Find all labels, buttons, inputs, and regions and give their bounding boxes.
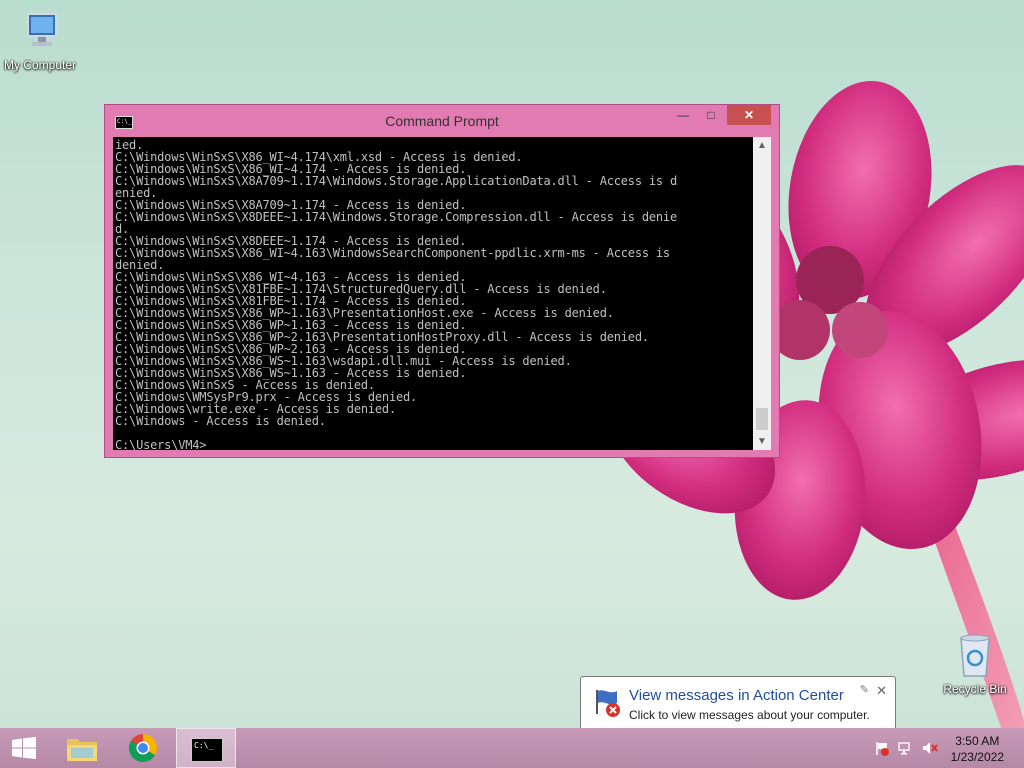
folder-icon — [67, 739, 97, 761]
windows-logo-icon — [12, 737, 36, 759]
scrollbar-thumb[interactable] — [756, 408, 768, 430]
file-explorer-taskbar-button[interactable] — [52, 728, 112, 768]
my-computer-label: My Computer — [3, 58, 77, 72]
pin-icon[interactable]: ✎ — [860, 683, 869, 696]
window-titlebar[interactable]: C:\_ Command Prompt — □ ✕ — [105, 105, 779, 137]
console-text: ied. C:\Windows\WinSxS\X86_WI~4.174\xml.… — [115, 138, 677, 450]
my-computer-desktop-icon[interactable]: My Computer — [0, 10, 80, 72]
console-output-area[interactable]: ied. C:\Windows\WinSxS\X86_WI~4.174\xml.… — [113, 137, 753, 450]
scroll-down-arrow-icon[interactable]: ▼ — [753, 433, 771, 450]
chrome-taskbar-button[interactable] — [114, 728, 174, 768]
notification-close-button[interactable]: ✕ — [876, 683, 887, 699]
volume-muted-icon[interactable] — [922, 740, 938, 756]
action-center-tray-icon[interactable] — [874, 740, 890, 756]
recycle-bin-label: Recycle Bin — [943, 682, 1007, 696]
vertical-scrollbar[interactable]: ▲ ▼ — [753, 137, 771, 450]
taskbar-clock[interactable]: 3:50 AM 1/23/2022 — [951, 733, 1004, 765]
computer-icon — [27, 13, 57, 46]
notification-title[interactable]: View messages in Action Center — [629, 687, 844, 704]
recycle-bin-icon — [960, 634, 990, 677]
clock-time: 3:50 AM — [955, 734, 1000, 748]
taskbar: C:\_ 3:50 AM 1/23/2022 — [0, 728, 1024, 768]
clock-date: 1/23/2022 — [950, 750, 1004, 764]
command-prompt-taskbar-button[interactable]: C:\_ — [176, 728, 236, 768]
maximize-button[interactable]: □ — [697, 105, 725, 125]
console-icon: C:\_ — [191, 738, 223, 762]
start-button[interactable] — [0, 728, 50, 768]
chrome-icon — [129, 734, 157, 762]
action-center-notification[interactable]: View messages in Action Center Click to … — [580, 676, 896, 740]
notification-text: Click to view messages about your comput… — [629, 708, 870, 722]
recycle-bin-desktop-icon[interactable]: Recycle Bin — [935, 632, 1015, 696]
action-center-flag-icon — [596, 690, 620, 717]
close-button[interactable]: ✕ — [727, 105, 771, 125]
scroll-up-arrow-icon[interactable]: ▲ — [753, 137, 771, 154]
command-prompt-window[interactable]: C:\_ Command Prompt — □ ✕ ied. C:\Window… — [104, 104, 780, 458]
network-icon[interactable] — [898, 740, 914, 756]
minimize-button[interactable]: — — [669, 105, 697, 125]
